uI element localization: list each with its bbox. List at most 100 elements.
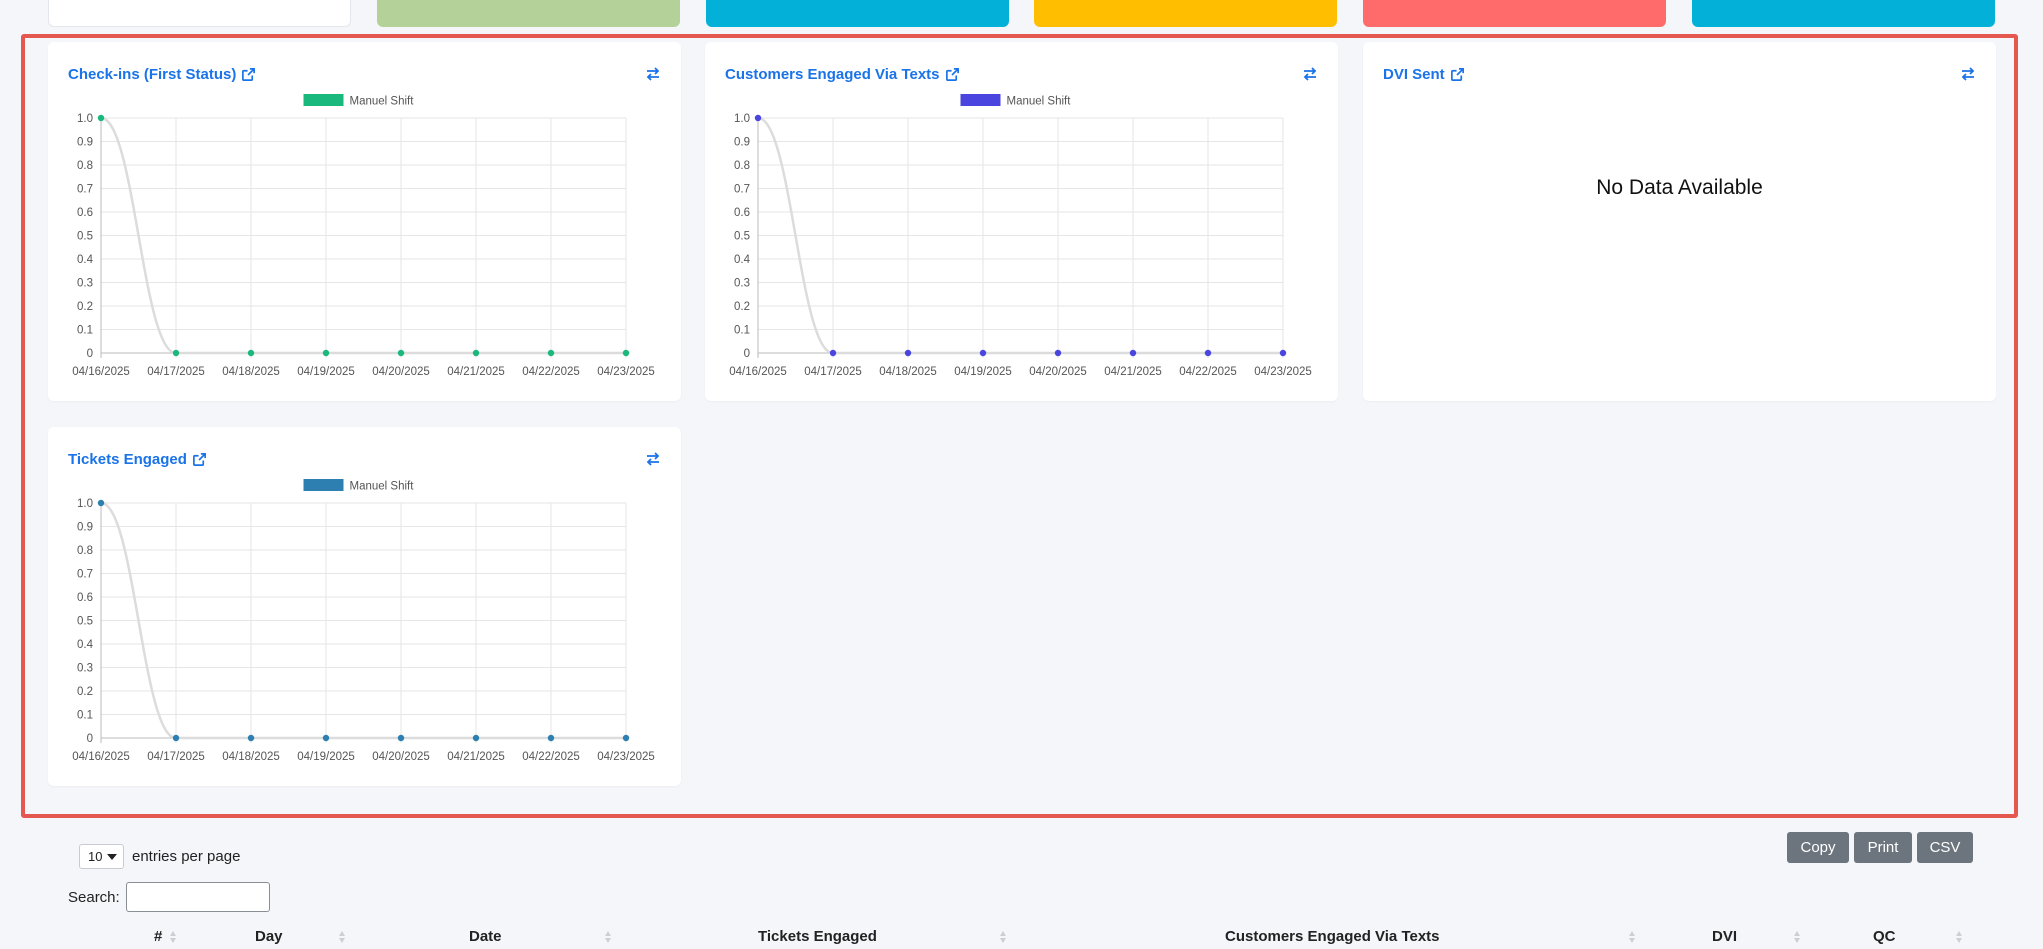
sort-icon[interactable]	[604, 929, 612, 945]
column-header-qc[interactable]: QC	[1873, 928, 1896, 945]
y-tick-label: 0.8	[734, 160, 750, 172]
x-tick-label: 04/19/2025	[297, 751, 355, 763]
column-header-dvi[interactable]: DVI	[1712, 928, 1737, 945]
swap-icon[interactable]	[1302, 66, 1318, 82]
y-tick-label: 1.0	[734, 113, 750, 125]
legend-swatch	[960, 94, 1001, 106]
data-point	[1129, 349, 1137, 357]
data-point	[97, 114, 105, 122]
dvi-title-link[interactable]: DVI Sent	[1383, 66, 1465, 83]
x-tick-label: 04/18/2025	[222, 366, 280, 378]
data-point	[547, 349, 555, 357]
y-tick-label: 0.4	[734, 254, 751, 266]
legend-swatch	[303, 94, 344, 106]
entries-select[interactable]: 10	[79, 844, 124, 869]
sort-icon[interactable]	[338, 929, 346, 945]
data-point	[1279, 349, 1287, 357]
data-point	[979, 349, 987, 357]
stat-tile-1[interactable]	[48, 0, 351, 27]
search-input[interactable]	[125, 882, 270, 912]
stat-tile-4[interactable]	[1034, 0, 1337, 27]
csv-button[interactable]: CSV	[1917, 832, 1973, 863]
column-header-customers-engaged-via-texts[interactable]: Customers Engaged Via Texts	[1225, 928, 1440, 945]
tickets-title: Tickets Engaged	[68, 451, 187, 468]
y-tick-label: 0.2	[77, 686, 93, 698]
x-tick-label: 04/19/2025	[954, 366, 1012, 378]
texts-card: 0 0.1 0.2 0.3 0.4 0.5 0.6 0.7 0.8 0.9 1.0 04/16/202…	[705, 42, 1338, 401]
y-tick-label: 1.0	[77, 113, 93, 125]
sort-icon[interactable]	[1955, 929, 1963, 945]
entries-label: entries per page	[132, 848, 241, 865]
swap-icon[interactable]	[645, 451, 661, 467]
data-point	[247, 349, 255, 357]
y-tick-label: 0.7	[77, 569, 93, 581]
tickets-chart: 0 0.1 0.2 0.3 0.4 0.5 0.6 0.7 0.8 0.9 1.0 04/16/202…	[72, 479, 655, 763]
x-tick-label: 04/23/2025	[597, 751, 655, 763]
x-tick-label: 04/17/2025	[804, 366, 862, 378]
checkins-title-link[interactable]: Check-ins (First Status)	[68, 66, 256, 83]
data-point	[172, 349, 180, 357]
legend-label: Manuel Shift	[350, 481, 415, 493]
column-header-day[interactable]: Day	[255, 928, 283, 945]
y-tick-label: 1.0	[77, 498, 93, 510]
data-point	[322, 734, 330, 742]
legend-label: Manuel Shift	[350, 96, 415, 108]
sort-icon[interactable]	[1793, 929, 1801, 945]
print-button[interactable]: Print	[1854, 832, 1912, 863]
x-tick-label: 04/18/2025	[879, 366, 937, 378]
dvi-title: DVI Sent	[1383, 66, 1445, 83]
y-tick-label: 0.4	[77, 639, 94, 651]
sort-icon[interactable]	[1628, 929, 1636, 945]
checkins-card: 0 0.1 0.2 0.3 0.4 0.5 0.6 0.7 0.8 0.9 1.0 04/16/202…	[48, 42, 681, 401]
data-point	[1054, 349, 1062, 357]
legend-label: Manuel Shift	[1007, 96, 1072, 108]
data-point	[397, 349, 405, 357]
sort-icon[interactable]	[999, 929, 1007, 945]
y-tick-label: 0.6	[77, 207, 93, 219]
checkins-title: Check-ins (First Status)	[68, 66, 237, 83]
sort-icon[interactable]	[169, 929, 177, 945]
column-header-date[interactable]: Date	[469, 928, 502, 945]
swap-icon[interactable]	[1960, 66, 1976, 82]
tickets-title-link[interactable]: Tickets Engaged	[68, 451, 207, 468]
stat-tile-3[interactable]	[706, 0, 1009, 27]
stat-tile-2[interactable]	[377, 0, 680, 27]
data-point	[1204, 349, 1212, 357]
stat-tile-6[interactable]	[1692, 0, 1995, 27]
x-tick-label: 04/17/2025	[147, 366, 205, 378]
x-tick-label: 04/22/2025	[1179, 366, 1237, 378]
column-header-number[interactable]: #	[154, 928, 162, 945]
data-point	[397, 734, 405, 742]
swap-icon[interactable]	[645, 66, 661, 82]
y-tick-label: 0.3	[77, 278, 93, 290]
y-tick-label: 0.9	[77, 137, 93, 149]
y-tick-label: 0.4	[77, 254, 94, 266]
entries-value: 10	[88, 849, 103, 864]
y-tick-label: 0.6	[77, 592, 93, 604]
copy-button[interactable]: Copy	[1787, 832, 1849, 863]
data-point	[622, 734, 630, 742]
data-point	[97, 499, 105, 507]
data-point	[829, 349, 837, 357]
y-tick-label: 0.2	[77, 301, 93, 313]
y-tick-label: 0.8	[77, 160, 93, 172]
x-tick-label: 04/16/2025	[729, 366, 787, 378]
x-tick-label: 04/20/2025	[372, 366, 430, 378]
x-tick-label: 04/23/2025	[597, 366, 655, 378]
x-tick-label: 04/22/2025	[522, 366, 580, 378]
search-control: Search:	[68, 882, 270, 912]
x-tick-label: 04/19/2025	[297, 366, 355, 378]
stat-tile-5[interactable]	[1363, 0, 1666, 27]
search-label: Search:	[68, 888, 120, 906]
y-tick-label: 0.5	[77, 616, 93, 628]
external-link-icon	[1450, 68, 1464, 81]
x-tick-label: 04/21/2025	[447, 366, 505, 378]
x-tick-label: 04/21/2025	[1104, 366, 1162, 378]
texts-title-link[interactable]: Customers Engaged Via Texts	[725, 66, 960, 83]
column-header-tickets-engaged[interactable]: Tickets Engaged	[758, 928, 877, 945]
data-point	[472, 734, 480, 742]
texts-title: Customers Engaged Via Texts	[725, 66, 940, 83]
y-tick-label: 0.9	[77, 522, 93, 534]
y-tick-label: 0.5	[77, 231, 93, 243]
y-tick-label: 0.7	[734, 184, 750, 196]
